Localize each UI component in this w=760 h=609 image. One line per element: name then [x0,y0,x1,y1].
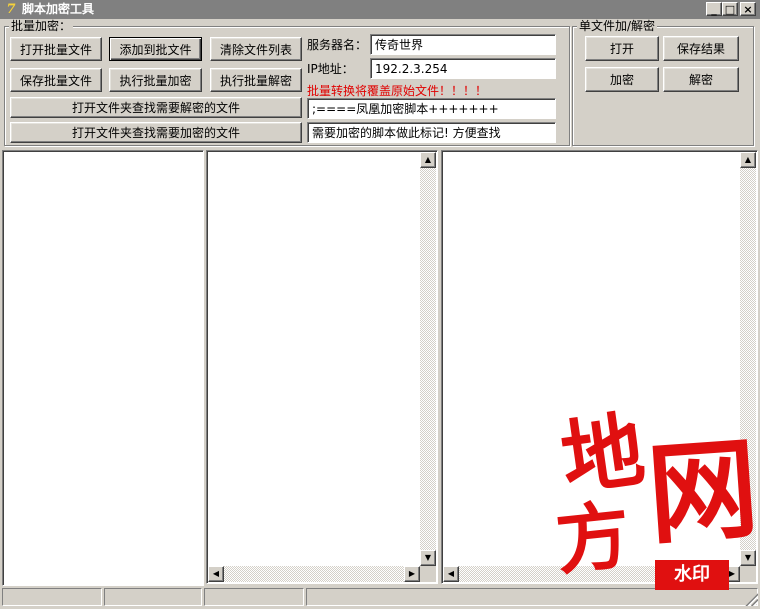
batch-group-label: 批量加密： [9,19,74,33]
status-panel-4 [306,588,758,606]
source-scroll-down-button[interactable]: ▼ [420,550,436,566]
watermark-char-1: 地 [555,401,651,509]
close-button[interactable]: × [740,2,756,16]
result-scroll-up-button[interactable]: ▲ [740,152,756,168]
overwrite-warning-text: 批量转换将覆盖原始文件！！！！ [307,84,488,98]
source-horizontal-scrollbar[interactable] [208,566,420,582]
watermark-badge: 水印 [655,560,729,590]
ip-address-label: IP地址： [307,62,354,76]
save-batch-file-button[interactable]: 保存批量文件 [10,68,102,92]
resize-grip[interactable] [744,592,758,606]
status-panel-1 [2,588,102,606]
ip-address-input[interactable] [370,58,556,79]
server-name-input[interactable] [370,34,556,55]
status-panel-3 [204,588,304,606]
run-batch-decrypt-button[interactable]: 执行批量解密 [210,68,302,92]
status-panel-2 [104,588,202,606]
server-name-label: 服务器名： [307,38,368,52]
source-scroll-left-button[interactable]: ◀ [208,566,224,582]
open-batch-file-button[interactable]: 打开批量文件 [10,37,102,61]
source-vertical-scrollbar[interactable] [420,152,436,566]
maximize-button[interactable]: □ [722,2,738,16]
result-scroll-left-button[interactable]: ◀ [443,566,459,582]
watermark-char-2: 方 [551,492,635,586]
source-scroll-right-button[interactable]: ▶ [404,566,420,582]
result-scroll-corner [740,566,756,582]
add-to-batch-button[interactable]: 添加到批文件 [109,37,202,61]
find-files-to-decrypt-button[interactable]: 打开文件夹查找需要解密的文件 [10,97,302,118]
source-scroll-corner [420,566,436,582]
source-text-pane[interactable] [206,150,438,584]
clear-file-list-button[interactable]: 清除文件列表 [210,37,302,61]
title-bar[interactable] [0,0,760,19]
run-batch-encrypt-button[interactable]: 执行批量加密 [109,68,202,92]
source-scroll-up-button[interactable]: ▲ [420,152,436,168]
app-icon[interactable]: 7 [3,2,19,17]
find-files-to-encrypt-button[interactable]: 打开文件夹查找需要加密的文件 [10,122,302,143]
encrypt-marker-input[interactable] [307,98,556,119]
save-result-button[interactable]: 保存结果 [663,36,739,61]
minimize-button[interactable]: _ [706,2,722,16]
window-title: 脚本加密工具 [22,2,95,16]
watermark-char-3: 网 [643,423,760,560]
single-file-group-label: 单文件加/解密 [577,19,658,33]
encrypt-button[interactable]: 加密 [585,67,659,92]
decrypt-button[interactable]: 解密 [663,67,739,92]
open-file-button[interactable]: 打开 [585,36,659,61]
marker-hint-input[interactable] [307,122,556,143]
batch-file-list[interactable] [2,150,204,586]
